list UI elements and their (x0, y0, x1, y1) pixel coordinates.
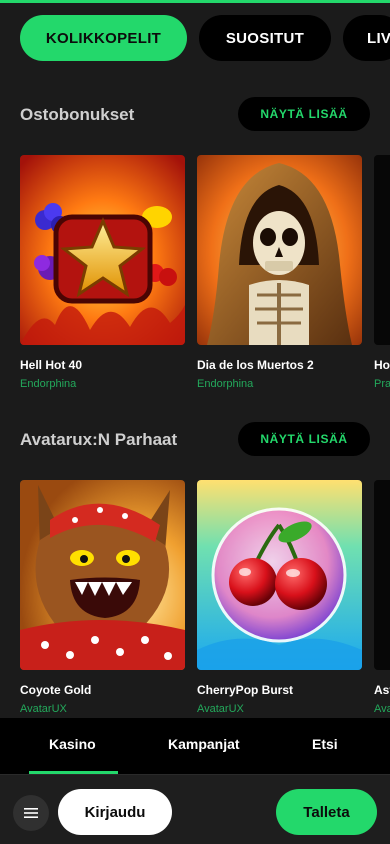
game-thumbnail (20, 155, 185, 345)
game-title: Ho (374, 358, 390, 372)
game-card-partial[interactable]: Ast Ava (374, 480, 390, 715)
game-provider: Endorphina (197, 378, 254, 390)
game-title: Ast (374, 683, 390, 697)
game-provider: Endorphina (20, 378, 77, 390)
game-title: Hell Hot 40 (20, 358, 83, 372)
game-card-hell-hot-40[interactable]: Hell Hot 40 Endorphina (20, 155, 185, 390)
tab-live[interactable]: LIV (343, 15, 390, 61)
hamburger-icon (24, 808, 38, 818)
game-thumbnail (197, 155, 362, 345)
section-title-ostobonukset: Ostobonukset (20, 105, 135, 124)
login-button[interactable]: Kirjaudu (58, 789, 172, 835)
category-tabs: KOLIKKOPELIT SUOSITUT LIV (20, 15, 390, 61)
nav-item-kasino[interactable]: Kasino (49, 736, 96, 752)
game-thumbnail (197, 480, 362, 670)
game-title: Dia de los Muertos 2 (197, 358, 314, 372)
show-more-button-ostobonukset[interactable]: NÄYTÄ LISÄÄ (238, 97, 370, 131)
action-bar: Kirjaudu Talleta (0, 774, 390, 844)
top-accent-bar (0, 0, 390, 3)
game-card-partial[interactable]: Ho Pra (374, 155, 390, 390)
game-card-coyote-gold[interactable]: Coyote Gold AvatarUX (20, 480, 185, 715)
nav-item-kampanjat[interactable]: Kampanjat (168, 736, 240, 752)
game-title: Coyote Gold (20, 683, 92, 697)
game-card-dia-de-los-muertos-2[interactable]: Dia de los Muertos 2 Endorphina (197, 155, 362, 390)
show-more-button-avatarux[interactable]: NÄYTÄ LISÄÄ (238, 422, 370, 456)
game-thumbnail (20, 480, 185, 670)
game-thumbnail (374, 480, 390, 670)
game-provider: Ava (374, 703, 390, 715)
deposit-button[interactable]: Talleta (276, 789, 377, 835)
section-title-avatarux: Avatarux:N Parhaat (20, 430, 178, 449)
tab-kolikkopelit[interactable]: KOLIKKOPELIT (20, 15, 187, 61)
game-provider: AvatarUX (197, 703, 244, 715)
game-provider: AvatarUX (20, 703, 67, 715)
game-card-cherrypop-burst[interactable]: CherryPop Burst AvatarUX (197, 480, 362, 715)
game-provider: Pra (374, 378, 390, 390)
bottom-nav: Kasino Kampanjat Etsi (0, 718, 390, 774)
game-title: CherryPop Burst (197, 683, 294, 697)
nav-item-etsi[interactable]: Etsi (312, 736, 338, 752)
tab-suositut[interactable]: SUOSITUT (199, 15, 331, 61)
menu-button[interactable] (13, 795, 49, 831)
game-thumbnail (374, 155, 390, 345)
